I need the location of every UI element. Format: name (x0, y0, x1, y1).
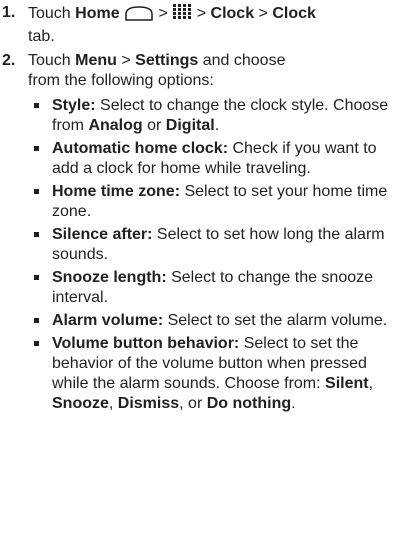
list-item: Silence after: Select to set how long th… (34, 225, 395, 265)
home-label: Home (75, 5, 120, 22)
bullet (34, 103, 39, 108)
options-list: Style: Select to change the clock style.… (0, 96, 401, 417)
bullet (34, 146, 39, 151)
step-1: 1. Touch Home > > Clock > Clock tab. (0, 3, 401, 47)
option-label: Home time zone: (52, 183, 181, 200)
bullet (34, 318, 39, 323)
bullet (34, 341, 39, 346)
list-item: Snooze length: Select to change the snoo… (34, 268, 395, 308)
apps-grid-icon (172, 3, 192, 27)
menu-label: Menu (75, 52, 117, 69)
bullet (34, 232, 39, 237)
step-1-text: Touch Home > > Clock > Clock tab. (28, 3, 316, 45)
list-item: Home time zone: Select to set your home … (34, 182, 395, 222)
option-label: Style: (52, 97, 96, 114)
settings-label: Settings (135, 52, 199, 69)
clock-tab-label: Clock (272, 5, 316, 22)
option-label: Silence after: (52, 226, 153, 243)
step-2-text: Touch Menu > Settings and choose from the… (28, 52, 286, 89)
step-number: 1. (2, 4, 16, 21)
step-2: 2. Touch Menu > Settings and choose from … (0, 51, 401, 91)
instructions-page: 1. Touch Home > > Clock > Clock tab. 2. T… (0, 0, 401, 533)
list-item: Style: Select to change the clock style.… (34, 96, 395, 136)
step-number: 2. (2, 52, 16, 69)
bullet (34, 275, 39, 280)
option-label: Alarm volume: (52, 312, 164, 329)
list-item: Automatic home clock: Check if you want … (34, 139, 395, 179)
option-label: Volume button behavior: (52, 335, 240, 352)
clock-label: Clock (210, 5, 255, 22)
list-item: Volume button behavior: Select to set th… (34, 334, 395, 414)
home-icon (124, 5, 154, 27)
bullet (34, 189, 39, 194)
option-label: Automatic home clock: (52, 140, 229, 157)
list-item: Alarm volume: Select to set the alarm vo… (34, 311, 395, 331)
option-label: Snooze length: (52, 269, 167, 286)
